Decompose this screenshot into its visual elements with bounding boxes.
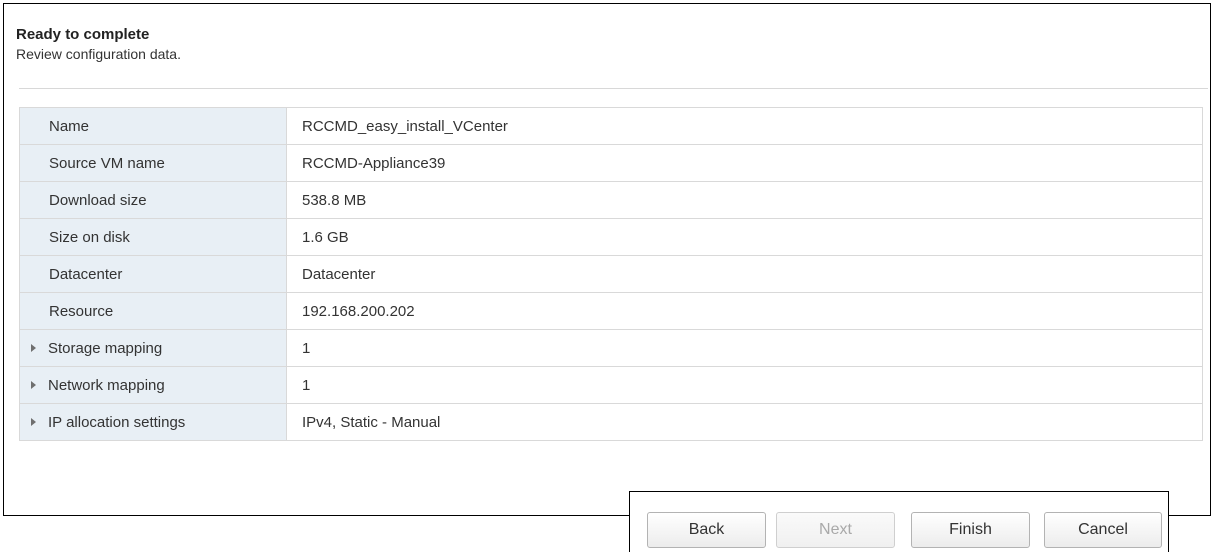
next-button[interactable]: Next	[776, 512, 895, 548]
row-label: Download size	[49, 191, 147, 209]
header-divider	[19, 88, 1208, 89]
row-label: Storage mapping	[48, 339, 163, 357]
review-table: Name RCCMD_easy_install_VCenter Source V…	[19, 107, 1203, 441]
page-subtitle: Review configuration data.	[16, 46, 181, 62]
table-row: Download size 538.8 MB	[19, 181, 1203, 219]
table-row: Resource 192.168.200.202	[19, 292, 1203, 330]
row-value: 192.168.200.202	[286, 292, 1203, 330]
cancel-button[interactable]: Cancel	[1044, 512, 1162, 548]
row-value: RCCMD-Appliance39	[286, 144, 1203, 182]
row-label-cell: Size on disk	[19, 218, 287, 256]
page-title: Ready to complete	[16, 26, 150, 43]
row-label-cell[interactable]: IP allocation settings	[19, 403, 287, 441]
table-row-network-mapping[interactable]: Network mapping 1	[19, 366, 1203, 404]
row-label: IP allocation settings	[48, 413, 186, 431]
row-label: Size on disk	[49, 228, 130, 246]
row-value: Datacenter	[286, 255, 1203, 293]
row-label-cell: Source VM name	[19, 144, 287, 182]
table-row: Source VM name RCCMD-Appliance39	[19, 144, 1203, 182]
row-label: Network mapping	[48, 376, 165, 394]
wizard-button-bar: Back Next Finish Cancel	[629, 491, 1169, 552]
row-label-cell: Resource	[19, 292, 287, 330]
row-label-cell[interactable]: Storage mapping	[19, 329, 287, 367]
row-value: RCCMD_easy_install_VCenter	[286, 107, 1203, 145]
row-label-cell: Download size	[19, 181, 287, 219]
row-value: 1	[286, 366, 1203, 404]
chevron-right-icon[interactable]	[31, 381, 36, 389]
row-label: Source VM name	[49, 154, 165, 172]
row-label: Name	[49, 117, 90, 135]
row-value: 1.6 GB	[286, 218, 1203, 256]
page-header: Ready to complete Review configuration d…	[16, 26, 181, 63]
row-label: Resource	[49, 302, 114, 320]
table-row: Name RCCMD_easy_install_VCenter	[19, 107, 1203, 145]
table-row: Datacenter Datacenter	[19, 255, 1203, 293]
row-value: IPv4, Static - Manual	[286, 403, 1203, 441]
table-row: Size on disk 1.6 GB	[19, 218, 1203, 256]
finish-button[interactable]: Finish	[911, 512, 1030, 548]
back-button[interactable]: Back	[647, 512, 766, 548]
row-label-cell: Name	[19, 107, 287, 145]
table-row-storage-mapping[interactable]: Storage mapping 1	[19, 329, 1203, 367]
row-value: 538.8 MB	[286, 181, 1203, 219]
chevron-right-icon[interactable]	[31, 344, 36, 352]
row-value: 1	[286, 329, 1203, 367]
row-label: Datacenter	[49, 265, 123, 283]
table-row-ip-allocation-settings[interactable]: IP allocation settings IPv4, Static - Ma…	[19, 403, 1203, 441]
chevron-right-icon[interactable]	[31, 418, 36, 426]
row-label-cell: Datacenter	[19, 255, 287, 293]
row-label-cell[interactable]: Network mapping	[19, 366, 287, 404]
